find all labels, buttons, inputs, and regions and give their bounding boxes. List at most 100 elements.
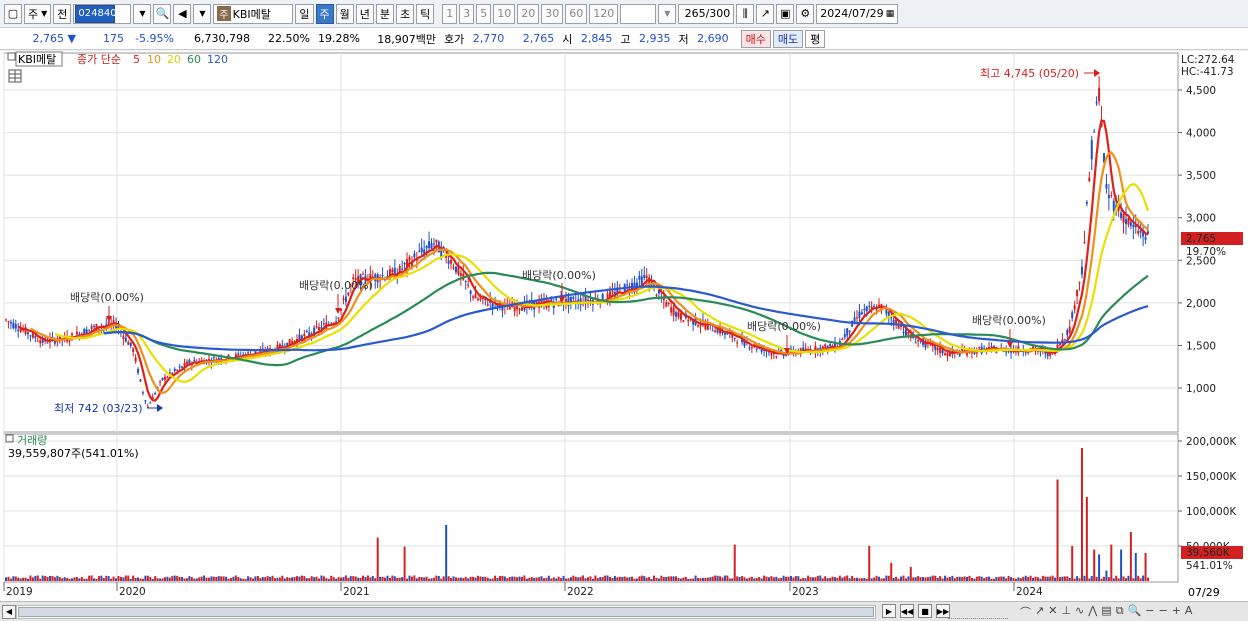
period-minute[interactable]: 분 <box>375 3 395 24</box>
volume-bar <box>344 575 347 581</box>
scroll-left-icon[interactable]: ◀ <box>2 604 16 619</box>
trend-tool-icon[interactable]: ⌒ <box>1020 604 1031 620</box>
volume-bar <box>975 576 978 581</box>
interval-input[interactable] <box>620 3 657 24</box>
period-year[interactable]: 년 <box>355 3 374 24</box>
save-icon[interactable]: ▣ <box>776 3 795 24</box>
minus-icon[interactable]: − <box>1158 604 1167 620</box>
candle-body <box>645 275 648 278</box>
candle-body <box>1078 282 1081 284</box>
volume-bar <box>733 544 736 581</box>
candle-body <box>1085 201 1088 204</box>
zoom-out-icon[interactable]: − <box>1145 604 1154 620</box>
zoom-slider[interactable] <box>948 605 1008 619</box>
volume-bar <box>956 576 959 581</box>
volume-bar <box>354 576 357 581</box>
interval-60[interactable]: 60 <box>565 3 588 24</box>
volume-bar <box>303 576 306 581</box>
search-icon[interactable]: 🔍 <box>153 3 172 24</box>
volume-bar <box>968 575 971 581</box>
volume-bar <box>948 577 951 581</box>
volume-bar <box>841 577 844 581</box>
prev-button[interactable]: 전 <box>53 3 72 24</box>
volume-bar <box>789 575 792 581</box>
period-week[interactable]: 주 <box>315 3 334 24</box>
volume-bar <box>1012 578 1015 581</box>
volume-bar <box>496 577 499 581</box>
bars-tool-icon[interactable]: ▤ <box>1101 604 1111 620</box>
average-button[interactable]: 평 <box>805 29 826 48</box>
code-dropdown-icon[interactable]: ▼ <box>133 3 152 24</box>
interval-30[interactable]: 30 <box>541 3 564 24</box>
ruler-tool-icon[interactable]: ⊥ <box>1061 604 1071 620</box>
volume-bar <box>447 576 450 581</box>
candle-body <box>848 330 851 332</box>
draw-icon[interactable]: ↗ <box>756 3 775 24</box>
scroll-track[interactable] <box>16 605 876 619</box>
volume-bar <box>322 576 325 581</box>
volume-bar <box>22 577 25 581</box>
volume-bar <box>611 577 614 581</box>
sell-button[interactable]: 매도 <box>772 29 804 48</box>
period-tick[interactable]: 틱 <box>416 3 435 24</box>
interval-20[interactable]: 20 <box>517 3 540 24</box>
scroll-thumb[interactable] <box>18 607 874 617</box>
volume-bar <box>1076 576 1079 581</box>
candle-body <box>166 377 169 379</box>
gear-icon[interactable]: ⚙ <box>796 3 815 24</box>
candle-body <box>337 317 340 319</box>
wave-tool-icon[interactable]: ∿ <box>1075 604 1084 620</box>
window-icon[interactable]: ▢ <box>4 3 22 24</box>
candle-icon[interactable]: ⫼ <box>736 3 755 24</box>
candle-body <box>914 342 917 344</box>
chart-area[interactable]: 4,500 4,000 3,500 3,000 2,500 2,000 1,500 1,000… <box>0 51 1248 621</box>
play-icon[interactable]: ▶ <box>882 604 896 618</box>
cross-tool-icon[interactable]: ✕ <box>1048 604 1057 620</box>
interval-1[interactable]: 1 <box>442 3 458 24</box>
candle-body <box>841 338 844 341</box>
interval-3[interactable]: 3 <box>459 3 475 24</box>
interval-120[interactable]: 120 <box>589 3 619 24</box>
candle-body <box>83 328 86 335</box>
volume-bar <box>855 577 858 581</box>
volume-bar <box>900 576 903 581</box>
stop-icon[interactable]: ■ <box>918 604 932 618</box>
count-field[interactable]: 265/300 <box>678 3 735 24</box>
candle-body <box>711 330 714 332</box>
volume-bar <box>657 578 660 581</box>
volume-bar <box>1098 554 1101 581</box>
date-input[interactable]: 2024/07/29 ▦ <box>816 3 899 24</box>
period-month[interactable]: 월 <box>335 3 354 24</box>
stock-name-field[interactable]: 주 KBI메탈 <box>213 3 294 24</box>
stock-chart[interactable]: 4,5004,0003,5003,0002,5002,0001,5001,000… <box>0 51 1248 601</box>
plus-icon[interactable]: + <box>1172 604 1181 620</box>
period-day[interactable]: 일 <box>295 3 314 24</box>
chevron-down-icon[interactable]: ▼ <box>658 3 677 24</box>
type-select[interactable]: 주 ▼ <box>24 3 52 24</box>
zoom-icon[interactable]: 🔍 <box>1128 604 1142 620</box>
candle-body <box>68 340 71 342</box>
volume-bar <box>171 576 174 581</box>
volume-bar <box>494 575 497 581</box>
volume-bar <box>330 575 333 581</box>
chevron-down-icon[interactable]: ▼ <box>193 3 212 24</box>
rewind-icon[interactable]: ◀◀ <box>900 604 914 618</box>
chart-scrollbar[interactable]: ◀ ▶ ◀◀ ■ ▶▶ ⌒ ↗ ✕ ⊥ ∿ ⋀ ▤ ⧉ 🔍 − − + A <box>0 601 1248 621</box>
candle-body <box>432 243 435 245</box>
zigzag-tool-icon[interactable]: ⋀ <box>1088 604 1097 620</box>
candle-body <box>1071 312 1074 319</box>
buy-button[interactable]: 매수 <box>740 29 771 48</box>
period-second[interactable]: 초 <box>396 3 415 24</box>
volume-bar <box>1027 576 1030 581</box>
copy-tool-icon[interactable]: ⧉ <box>1116 604 1124 620</box>
speaker-icon[interactable]: ◀ <box>173 3 192 24</box>
volume-bar <box>1046 576 1049 581</box>
font-icon[interactable]: A <box>1185 604 1193 620</box>
interval-5[interactable]: 5 <box>476 3 492 24</box>
code-input[interactable]: 024840 <box>73 3 132 24</box>
volume-bar <box>384 577 387 581</box>
volume-bar <box>1112 578 1115 581</box>
interval-10[interactable]: 10 <box>493 3 516 24</box>
arrow-tool-icon[interactable]: ↗ <box>1035 604 1044 620</box>
volume-bar <box>256 575 259 581</box>
